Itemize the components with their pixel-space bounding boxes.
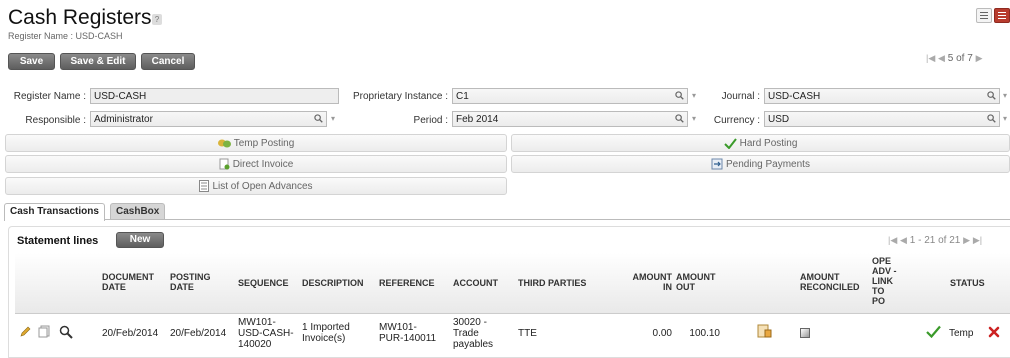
cell-amount-out: 100.10 bbox=[689, 328, 720, 339]
cell-description: 1 Imported Invoice(s) bbox=[302, 322, 350, 344]
period-dropdown-icon[interactable]: ▾ bbox=[692, 114, 696, 123]
search-icon[interactable] bbox=[675, 91, 684, 100]
period-field[interactable]: Feb 2014 bbox=[452, 111, 688, 127]
responsible-value: Administrator bbox=[94, 114, 153, 125]
col-document-date[interactable]: DOCUMENT DATE bbox=[102, 272, 154, 292]
cancel-button[interactable]: Cancel bbox=[141, 53, 195, 70]
col-amount-out[interactable]: AMOUNT OUT bbox=[676, 272, 722, 292]
cell-document-date: 20/Feb/2014 bbox=[102, 328, 159, 339]
cell-sequence: MW101- USD-CASH- 140020 bbox=[238, 317, 294, 350]
page-title: Cash Registers bbox=[8, 6, 152, 29]
record-pager: |◀ ◀ 5 of 7 ▶ bbox=[926, 53, 982, 64]
table-row[interactable] bbox=[15, 314, 1010, 356]
responsible-field[interactable]: Administrator bbox=[90, 111, 327, 127]
register-name-label: Register Name : bbox=[13, 91, 86, 102]
col-account[interactable]: ACCOUNT bbox=[453, 278, 498, 288]
hard-posting-button[interactable]: Hard Posting bbox=[511, 134, 1010, 152]
statement-pager: |◀ ◀ 1 - 21 of 21 ▶ ▶| bbox=[888, 235, 982, 246]
proprietary-instance-label: Proprietary Instance : bbox=[352, 91, 448, 102]
advance-link-icon[interactable] bbox=[757, 323, 773, 339]
invoice-icon bbox=[219, 158, 230, 170]
statement-pager-text: 1 - 21 of 21 bbox=[909, 235, 961, 246]
direct-invoice-button[interactable]: Direct Invoice bbox=[5, 155, 507, 173]
pager-text: 5 of 7 bbox=[947, 53, 973, 64]
search-icon[interactable] bbox=[675, 114, 684, 123]
next-record-icon[interactable]: ▶ bbox=[976, 53, 983, 64]
responsible-label: Responsible : bbox=[25, 115, 86, 126]
col-description[interactable]: DESCRIPTION bbox=[302, 278, 364, 288]
period-label: Period : bbox=[413, 115, 448, 126]
cell-third-parties: TTE bbox=[518, 328, 537, 339]
first-record-icon[interactable]: |◀ bbox=[926, 53, 935, 64]
search-icon[interactable] bbox=[987, 91, 996, 100]
search-icon[interactable] bbox=[987, 114, 996, 123]
temp-posting-button[interactable]: Temp Posting bbox=[5, 134, 507, 152]
temp-posting-label: Temp Posting bbox=[233, 138, 295, 149]
col-status[interactable]: STATUS bbox=[950, 278, 985, 288]
tab-cashbox[interactable]: CashBox bbox=[110, 203, 166, 220]
direct-invoice-label: Direct Invoice bbox=[232, 159, 294, 170]
delete-icon[interactable] bbox=[988, 326, 1000, 338]
open-advances-button[interactable]: List of Open Advances bbox=[5, 177, 507, 195]
last-page-icon[interactable]: ▶| bbox=[973, 235, 982, 246]
coins-icon bbox=[217, 139, 231, 148]
currency-label: Currency : bbox=[713, 115, 760, 126]
hard-posting-label: Hard Posting bbox=[739, 138, 798, 149]
cell-amount-in: 0.00 bbox=[652, 328, 672, 339]
next-page-icon[interactable]: ▶ bbox=[963, 235, 970, 246]
edit-pencil-icon[interactable] bbox=[19, 326, 31, 338]
col-ope-adv-link-to-po[interactable]: OPE ADV - LINK TO PO bbox=[872, 256, 897, 306]
pending-payments-icon bbox=[711, 158, 723, 170]
journal-field[interactable]: USD-CASH bbox=[764, 88, 1000, 104]
currency-dropdown-icon[interactable]: ▾ bbox=[1003, 114, 1007, 123]
col-amount-in[interactable]: AMOUNT IN bbox=[620, 272, 673, 292]
checkmark-icon bbox=[926, 325, 941, 338]
open-advances-label: List of Open Advances bbox=[212, 181, 313, 192]
col-reference[interactable]: REFERENCE bbox=[379, 278, 435, 288]
register-name-field[interactable]: USD-CASH bbox=[90, 88, 339, 104]
cell-reference: MW101- PUR-140011 bbox=[379, 322, 437, 344]
search-icon[interactable] bbox=[314, 114, 323, 123]
help-icon[interactable]: ? bbox=[152, 14, 162, 25]
checkmark-icon bbox=[723, 138, 737, 149]
form-view-icon[interactable] bbox=[994, 8, 1010, 23]
statement-lines-title: Statement lines bbox=[17, 235, 99, 247]
list-view-icon[interactable] bbox=[976, 8, 992, 23]
proprietary-instance-value: C1 bbox=[456, 91, 469, 102]
page-subtitle: Register Name : USD-CASH bbox=[8, 31, 123, 41]
magnifier-icon[interactable] bbox=[59, 325, 73, 339]
proprietary-dropdown-icon[interactable]: ▾ bbox=[692, 91, 696, 100]
cell-account: 30020 - Trade payables bbox=[453, 317, 494, 350]
col-third-parties[interactable]: THIRD PARTIES bbox=[518, 278, 586, 288]
pending-payments-label: Pending Payments bbox=[726, 159, 810, 170]
proprietary-instance-field[interactable]: C1 bbox=[452, 88, 688, 104]
currency-field[interactable]: USD bbox=[764, 111, 1000, 127]
new-line-button[interactable]: New bbox=[116, 232, 164, 248]
responsible-dropdown-icon[interactable]: ▾ bbox=[331, 114, 335, 123]
col-amount-reconciled[interactable]: AMOUNT RECONCILED bbox=[800, 272, 860, 292]
amount-reconciled-checkbox[interactable] bbox=[800, 328, 810, 338]
first-page-icon[interactable]: |◀ bbox=[888, 235, 897, 246]
period-value: Feb 2014 bbox=[456, 114, 499, 125]
journal-label: Journal : bbox=[721, 91, 760, 102]
list-icon bbox=[199, 180, 210, 193]
cell-posting-date: 20/Feb/2014 bbox=[170, 328, 227, 339]
journal-value: USD-CASH bbox=[768, 91, 821, 102]
save-button[interactable]: Save bbox=[8, 53, 55, 70]
table-header bbox=[15, 253, 1010, 314]
currency-value: USD bbox=[768, 114, 790, 125]
col-posting-date[interactable]: POSTING DATE bbox=[170, 272, 211, 292]
tab-divider bbox=[4, 219, 1010, 220]
journal-dropdown-icon[interactable]: ▾ bbox=[1003, 91, 1007, 100]
duplicate-icon[interactable] bbox=[38, 325, 51, 338]
cell-status: Temp bbox=[949, 328, 974, 339]
col-sequence[interactable]: SEQUENCE bbox=[238, 278, 289, 288]
prev-page-icon[interactable]: ◀ bbox=[900, 235, 907, 246]
prev-record-icon[interactable]: ◀ bbox=[938, 53, 945, 64]
pending-payments-button[interactable]: Pending Payments bbox=[511, 155, 1010, 173]
save-edit-button[interactable]: Save & Edit bbox=[60, 53, 136, 70]
tab-cash-transactions[interactable]: Cash Transactions bbox=[4, 203, 105, 221]
